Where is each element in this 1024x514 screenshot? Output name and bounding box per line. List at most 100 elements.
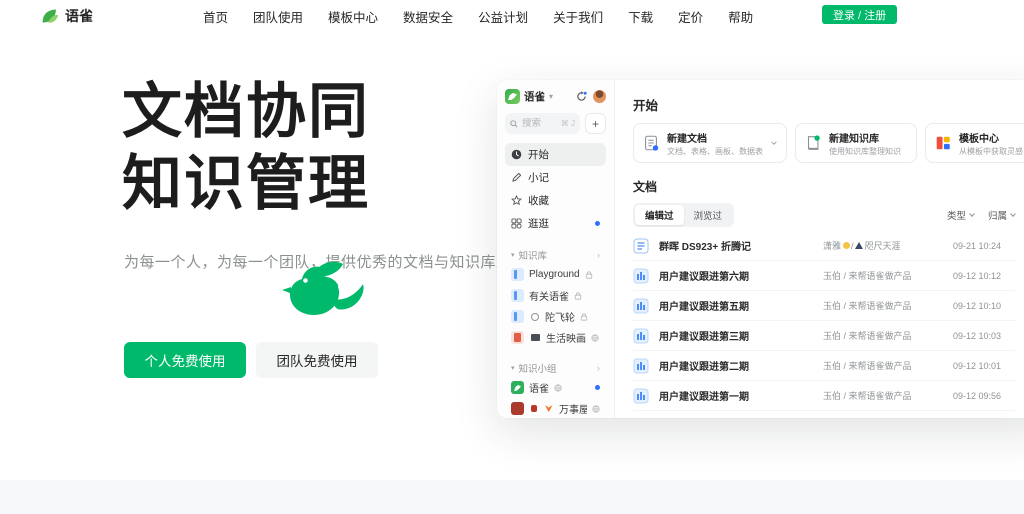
sidebar-subitem-label: 生活映画 <box>546 334 586 345</box>
login-register-button[interactable]: 登录 / 注册 <box>822 5 898 24</box>
new-doc-icon <box>642 134 660 152</box>
meta-text: 潇雅 <box>823 241 842 251</box>
sidebar-section: ▾知识小组›语雀万事屋Templates <box>505 359 606 418</box>
doc-time: 09-12 10:01 <box>953 360 1002 371</box>
table-row[interactable]: 兔窝数据中心万事屋 / 大计09-08 15:33 <box>633 411 1015 418</box>
docs-filters: 类型 归属 <box>946 208 1016 222</box>
start-heading: 开始 <box>633 99 659 113</box>
meta-text: 玉伯 / 来帮语雀做产品 <box>823 301 912 311</box>
navbar: 语雀 首页 团队使用 模板中心 数据安全 公益计划 关于我们 下载 定价 帮助 登录 / 注册 <box>0 0 1024 32</box>
personal-free-button[interactable]: 个人免费使用 <box>124 342 246 378</box>
meta-text: 玉伯 / 来帮语雀做产品 <box>823 391 912 401</box>
sidebar-subitem[interactable]: 陀飞轮 <box>505 306 606 327</box>
doc-time: 09-21 10:24 <box>953 240 1002 251</box>
sidebar-search[interactable]: ⌘ J <box>505 113 580 134</box>
sync-icon[interactable] <box>576 91 587 102</box>
kb-red-icon <box>511 331 524 344</box>
table-row[interactable]: 用户建议跟进第五期 玉伯 / 来帮语雀做产品 09-12 10:10 <box>633 291 1015 321</box>
hero-title-line1: 文档协同 <box>122 78 370 145</box>
section-title: 知识小组 <box>518 364 557 375</box>
chevron-down-icon: ▾ <box>549 92 554 101</box>
mountain-chip <box>855 242 864 249</box>
table-row[interactable]: 用户建议跟进第六期 玉伯 / 来帮语雀做产品 09-12 10:12 <box>633 261 1015 291</box>
hero-title-line2: 知识管理 <box>122 150 370 217</box>
sidebar-subitem-label: 有关语雀 <box>529 292 569 303</box>
section-caret-icon: ▾ <box>511 365 515 372</box>
moon-chip <box>842 242 850 249</box>
sidebar-item[interactable]: 收藏 <box>505 189 606 212</box>
sidebar-subitem[interactable]: Playground <box>505 264 606 285</box>
sidebar-subitem[interactable]: 语雀 <box>505 377 606 398</box>
sidebar-subitem-label: 语雀 <box>529 384 549 395</box>
section-caret-icon: ▾ <box>511 252 515 259</box>
doc-lines <box>633 238 649 254</box>
filter-dropdown[interactable]: 类型 <box>946 208 975 222</box>
sidebar-item[interactable]: 逛逛 <box>505 212 606 235</box>
table-row[interactable]: 用户建议跟进第二期 玉伯 / 来帮语雀做产品 09-12 10:01 <box>633 351 1015 381</box>
docs-toolbar: 编辑过 浏览过 类型 归属 <box>633 203 1016 227</box>
doc-bars <box>633 328 649 344</box>
filter-dropdown[interactable]: 归属 <box>988 208 1016 222</box>
workspace-switcher[interactable]: 语雀 ▾ <box>505 89 606 104</box>
nav-link[interactable]: 下载 <box>628 7 653 26</box>
new-button[interactable]: + <box>585 113 606 134</box>
doc-title: 用户建议跟进第二期 <box>659 362 749 373</box>
sidebar-item-label: 开始 <box>528 149 549 161</box>
compass-icon <box>511 218 522 229</box>
brand-name: 语雀 <box>65 8 93 24</box>
search-shortcut: ⌘ J <box>560 119 575 128</box>
card-title: 模板中心 <box>959 133 999 145</box>
user-avatar[interactable] <box>593 90 606 103</box>
tab[interactable]: 浏览过 <box>684 205 733 225</box>
yuque-leaf-icon <box>40 7 59 26</box>
meta-text: 玉伯 / 来帮语雀做产品 <box>823 331 912 341</box>
nav-link[interactable]: 帮助 <box>728 7 753 26</box>
lock-icon <box>580 312 588 321</box>
red-chip <box>530 405 538 412</box>
cta-row: 个人免费使用 团队免费使用 <box>124 342 378 378</box>
table-row[interactable]: 用户建议跟进第三期 玉伯 / 来帮语雀做产品 09-12 10:03 <box>633 321 1015 351</box>
sidebar-subitem[interactable]: 生活映画 <box>505 327 606 348</box>
chevron-down-icon <box>1010 211 1016 217</box>
chevron-down-icon[interactable] <box>770 139 778 147</box>
pen-icon <box>511 172 522 183</box>
sidebar-subitem[interactable]: 万事屋 <box>505 398 606 418</box>
sidebar-item[interactable]: 小记 <box>505 166 606 189</box>
team-free-button[interactable]: 团队免费使用 <box>256 342 378 378</box>
sidebar-item[interactable]: 开始 <box>505 143 606 166</box>
doc-title: 群晖 DS923+ 折腾记 <box>659 242 751 253</box>
kb-blue-icon <box>511 289 524 302</box>
quick-card[interactable]: 新建文档 文档、表格、画板、数据表 <box>633 123 787 163</box>
doc-time: 09-12 09:56 <box>953 390 1002 401</box>
sidebar-subitem[interactable]: 有关语雀 <box>505 285 606 306</box>
table-row[interactable]: 用户建议跟进第一期 玉伯 / 来帮语雀做产品 09-12 09:56 <box>633 381 1015 411</box>
filter-label: 类型 <box>946 211 966 222</box>
nav-link[interactable]: 公益计划 <box>478 7 528 26</box>
yuque-logo[interactable]: 语雀 <box>40 6 93 26</box>
nav-link[interactable]: 模板中心 <box>328 7 378 26</box>
nav-link[interactable]: 首页 <box>203 7 228 26</box>
sidebar-subitem-label: 万事屋 <box>559 405 587 416</box>
card-text: 新建文档 文档、表格、画板、数据表 <box>667 130 763 157</box>
nav-link[interactable]: 关于我们 <box>553 7 603 26</box>
section-header[interactable]: ▾ 知识小组 › <box>505 359 606 377</box>
app-sidebar: 语雀 ▾ ⌘ J + <box>497 80 615 418</box>
section-header[interactable]: ▾ 知识库 › <box>505 246 606 264</box>
table-row[interactable]: 群晖 DS923+ 折腾记 潇雅 / 咫尺天涯 09-21 10:24 <box>633 231 1015 261</box>
quick-card[interactable]: 新建知识库 使用知识库整理知识 <box>795 123 917 163</box>
doc-meta: 玉伯 / 来帮语雀做产品 <box>823 299 912 312</box>
doc-bars <box>633 388 649 404</box>
new-kb-icon <box>804 134 822 152</box>
nav-link[interactable]: 团队使用 <box>253 7 303 26</box>
card-title: 新建知识库 <box>829 133 879 145</box>
nav-link[interactable]: 数据安全 <box>403 7 453 26</box>
search-input[interactable] <box>522 118 554 129</box>
bird-illustration <box>272 260 367 329</box>
doc-meta: 玉伯 / 来帮语雀做产品 <box>823 329 912 342</box>
card-title: 新建文档 <box>667 133 707 145</box>
app-preview-card: 语雀 ▾ ⌘ J + <box>497 80 1024 418</box>
sidebar-menu: 开始小记 收藏 逛逛 <box>505 143 606 235</box>
quick-card[interactable]: 模板中心 从模板中获取灵感 <box>925 123 1024 163</box>
tab[interactable]: 编辑过 <box>635 205 684 225</box>
nav-link[interactable]: 定价 <box>678 7 703 26</box>
